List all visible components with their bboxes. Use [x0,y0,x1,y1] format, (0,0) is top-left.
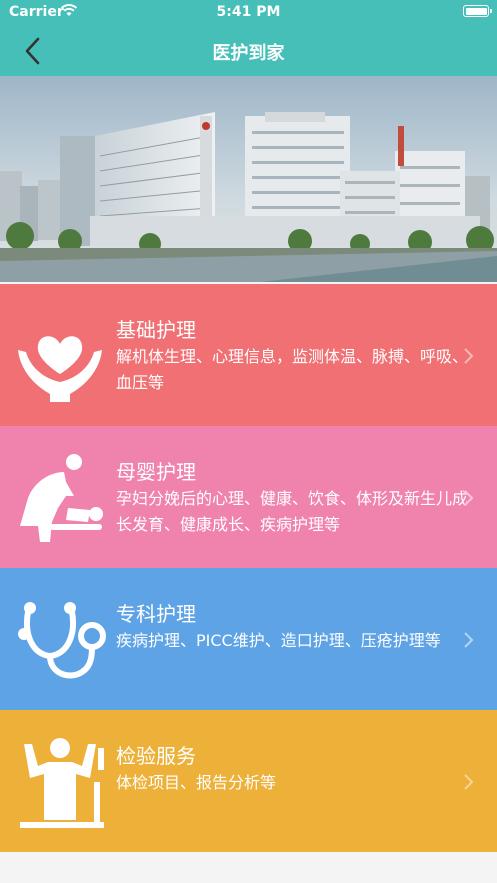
battery-icon [463,5,492,17]
service-title: 检验服务 [116,744,196,768]
service-description: 孕妇分娩后的心理、健康、饮食、体形及新生儿成长发育、健康成长、疾病护理等 [116,489,469,534]
service-title: 专科护理 [116,602,196,626]
heart-hands-icon [18,336,102,402]
chevron-right-icon [464,632,474,648]
stethoscope-icon [18,602,106,679]
service-card-basic-care[interactable]: 基础护理 解机体生理、心理信息，监测体温、脉搏、呼吸、血压等 [0,284,497,426]
chevron-right-icon [464,490,474,506]
chevron-right-icon [464,348,474,364]
service-card-testing-service[interactable]: 检验服务 体检项目、报告分析等 [0,710,497,852]
service-description: 疾病护理、PICC维护、造口护理、压疮护理等 [116,631,441,650]
service-title: 基础护理 [116,318,196,342]
clock: 5:41 PM [216,4,281,20]
service-card-maternal-infant-care[interactable]: 母婴护理 孕妇分娩后的心理、健康、饮食、体形及新生儿成长发育、健康成长、疾病护理… [0,426,497,568]
person-height-scale-icon [20,738,104,828]
banner-image [0,76,497,282]
status-bar: Carrier 5:41 PM [0,0,497,24]
navigation-bar: Carrier 5:41 PM 医护到家 [0,0,497,76]
hospital-buildings-photo [0,76,497,282]
mother-baby-icon [20,454,103,542]
service-description: 解机体生理、心理信息，监测体温、脉搏、呼吸、血压等 [116,347,469,392]
service-title: 母婴护理 [116,460,196,484]
service-card-specialist-care[interactable]: 专科护理 疾病护理、PICC维护、造口护理、压疮护理等 [0,568,497,710]
chevron-right-icon [464,774,474,790]
service-description: 体检项目、报告分析等 [116,773,277,792]
page-title: 医护到家 [212,43,285,64]
